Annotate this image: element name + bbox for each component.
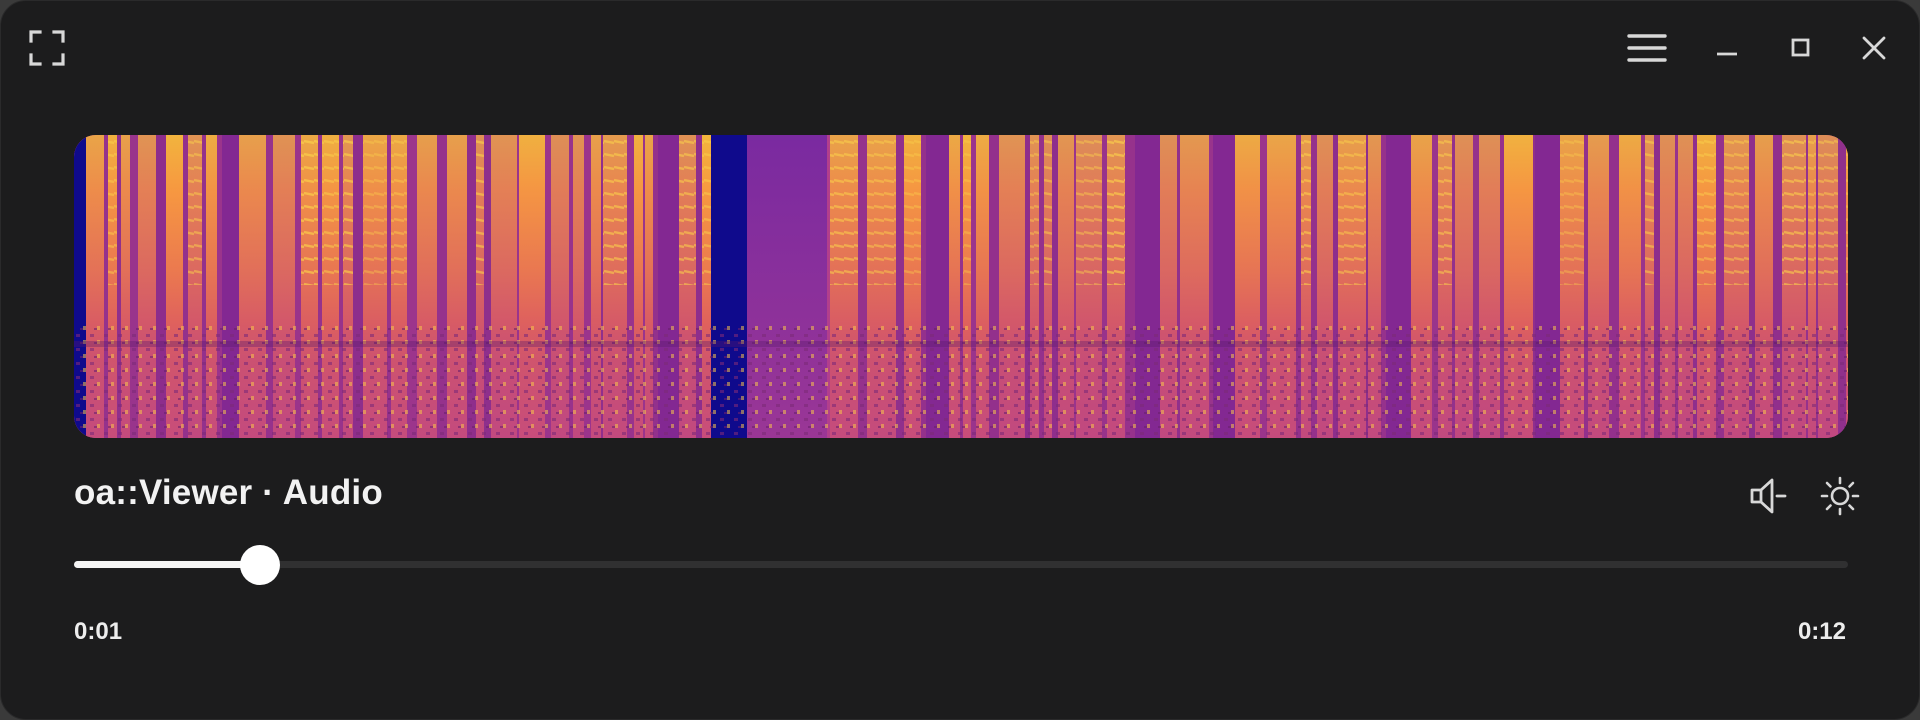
menu-button[interactable] [1621, 25, 1673, 71]
volume-button[interactable] [1747, 475, 1789, 517]
minimize-button[interactable] [1704, 25, 1750, 71]
maximize-button[interactable] [1778, 25, 1824, 71]
seek-progress-fill [74, 561, 260, 568]
total-duration: 0:12 [1797, 618, 1846, 645]
fullscreen-button[interactable] [23, 25, 71, 71]
media-title: oa::Viewer · Audio [74, 473, 383, 512]
close-button[interactable] [1851, 25, 1897, 71]
audio-viewer-window: oa::Viewer · Audio 0:01 0:12 [0, 0, 1920, 720]
seek-track [74, 561, 1848, 568]
hamburger-menu-icon [1627, 34, 1667, 62]
theme-toggle-button[interactable] [1819, 475, 1861, 517]
fullscreen-icon [29, 30, 65, 66]
minimize-icon [1717, 52, 1737, 56]
seek-slider[interactable] [74, 545, 1848, 585]
maximize-icon [1791, 38, 1810, 57]
close-icon [1862, 36, 1886, 60]
sun-brightness-icon [1820, 476, 1860, 516]
seek-thumb[interactable] [240, 545, 280, 585]
speaker-volume-icon [1750, 478, 1787, 514]
spectrogram-display[interactable] [74, 135, 1848, 438]
spectrogram-image [74, 135, 1848, 438]
current-time: 0:01 [74, 618, 123, 645]
